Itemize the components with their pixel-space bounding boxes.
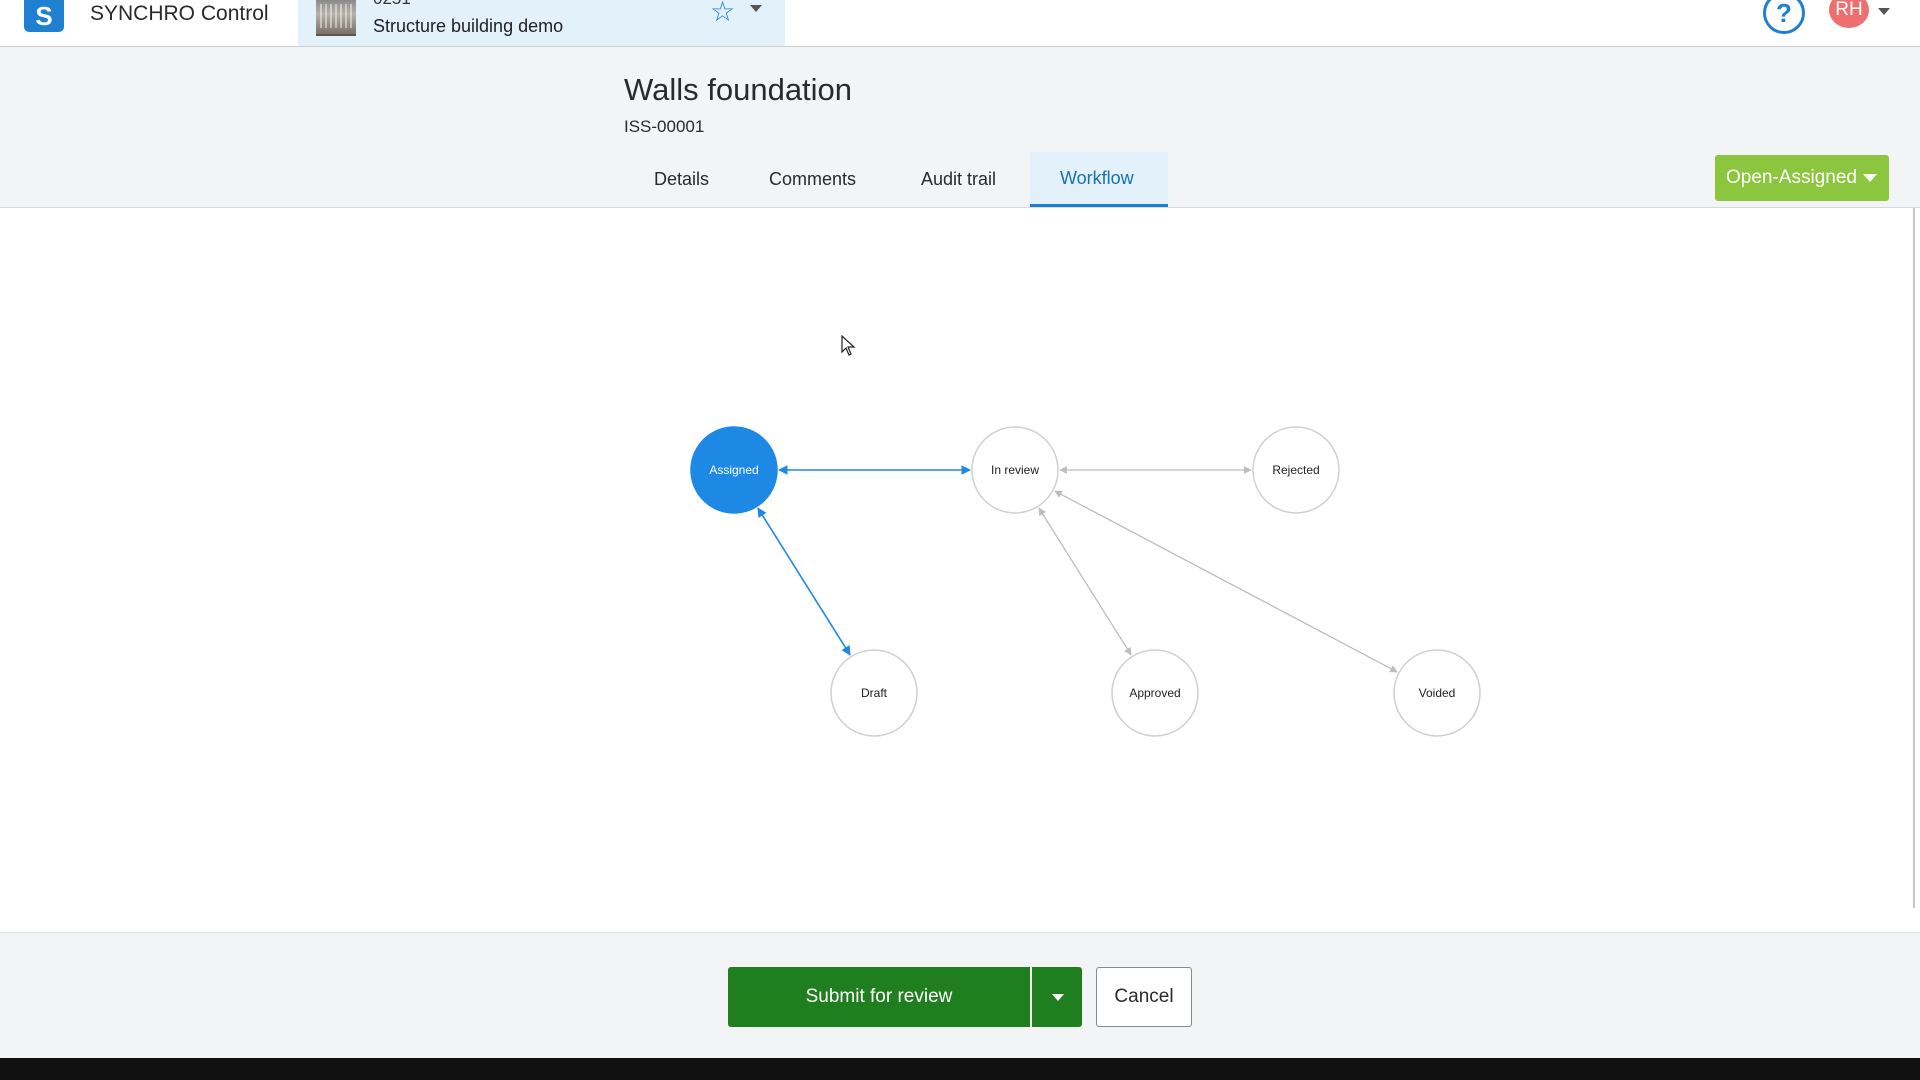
workflow-edge-in_review-approved	[1038, 507, 1132, 656]
app-logo-icon[interactable]: S	[24, 0, 64, 32]
workflow-node-label: Assigned	[709, 463, 758, 477]
project-code: 0251	[373, 0, 411, 9]
workflow-diagram: Assigned In review Rejected Draft Approved Vo…	[690, 426, 1481, 737]
workflow-node-label: Draft	[861, 686, 888, 700]
workflow-edge-in_review-voided	[1054, 490, 1398, 673]
workflow-canvas[interactable]: Assigned In review Rejected Draft Approved Vo…	[0, 208, 1920, 932]
workflow-node-label: In review	[991, 463, 1039, 477]
chevron-down-icon	[1863, 174, 1877, 182]
bottom-band	[0, 1058, 1920, 1080]
issue-header: Walls foundation ISS-00001 Details Comme…	[0, 47, 1920, 208]
submit-for-review-button[interactable]: Submit for review	[728, 967, 1030, 1027]
workflow-node-draft[interactable]: Draft	[830, 649, 918, 737]
workflow-node-label: Approved	[1129, 686, 1180, 700]
workflow-node-label: Voided	[1419, 686, 1456, 700]
workflow-edge-assigned-draft	[757, 507, 851, 656]
tab-details[interactable]: Details	[624, 152, 739, 207]
canvas-scrollbar[interactable]	[1913, 208, 1915, 908]
workflow-node-approved[interactable]: Approved	[1111, 649, 1199, 737]
chevron-down-icon[interactable]	[750, 5, 762, 12]
issue-id: ISS-00001	[624, 117, 705, 136]
submit-options-dropdown[interactable]	[1032, 967, 1082, 1027]
project-switcher[interactable]: 0251 Structure building demo ☆	[298, 0, 785, 46]
cancel-button[interactable]: Cancel	[1096, 967, 1192, 1027]
user-avatar[interactable]: RH	[1829, 0, 1869, 28]
workflow-node-label: Rejected	[1272, 463, 1319, 477]
tab-workflow[interactable]: Workflow	[1030, 152, 1168, 207]
workflow-node-in-review[interactable]: In review	[971, 426, 1059, 514]
app-name: SYNCHRO Control	[90, 2, 269, 25]
workflow-node-rejected[interactable]: Rejected	[1252, 426, 1340, 514]
tab-audit-trail[interactable]: Audit trail	[891, 152, 1037, 207]
project-thumbnail	[316, 0, 356, 36]
mouse-cursor-icon	[841, 335, 856, 356]
help-icon[interactable]: ?	[1763, 0, 1805, 34]
action-footer: Submit for review Cancel	[0, 932, 1920, 1059]
star-outline-icon[interactable]: ☆	[710, 0, 735, 26]
workflow-node-assigned[interactable]: Assigned	[690, 426, 778, 514]
project-name: Structure building demo	[373, 16, 564, 36]
issue-title: Walls foundation	[624, 72, 853, 107]
state-label: Open-Assigned	[1726, 167, 1857, 188]
workflow-node-voided[interactable]: Voided	[1393, 649, 1481, 737]
tab-comments[interactable]: Comments	[739, 152, 891, 207]
chevron-down-icon[interactable]	[1878, 8, 1890, 15]
top-bar: S SYNCHRO Control 0251 Structure buildin…	[0, 0, 1920, 47]
state-dropdown-button[interactable]: Open-Assigned	[1715, 155, 1889, 201]
